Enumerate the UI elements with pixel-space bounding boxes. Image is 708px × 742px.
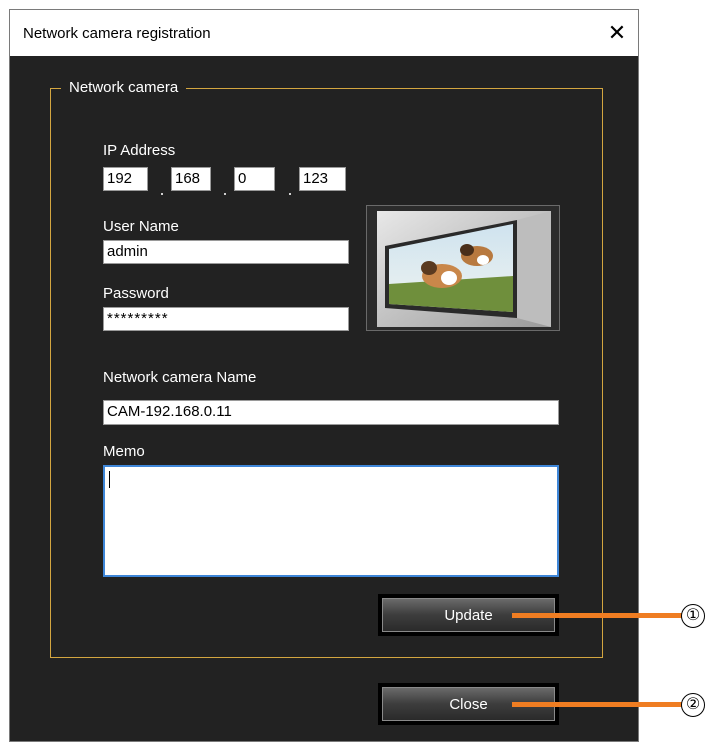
ip-octet-3-input[interactable]: 0 (234, 167, 275, 191)
user-name-label: User Name (103, 218, 179, 235)
callout-1-marker: ① (681, 604, 705, 628)
ip-octet-1-input[interactable]: 192 (103, 167, 148, 191)
camera-name-label: Network camera Name (103, 369, 257, 386)
close-icon[interactable]: ✕ (602, 18, 632, 48)
callout-2-line (512, 702, 682, 707)
text-caret (109, 471, 110, 488)
password-input[interactable]: ********* (103, 307, 349, 331)
preview-graphic (377, 211, 551, 327)
ip-separator-dot (161, 193, 163, 195)
memo-textarea[interactable] (103, 465, 559, 577)
ip-octet-4-input[interactable]: 123 (299, 167, 346, 191)
group-legend: Network camera (61, 79, 187, 96)
user-name-input[interactable]: admin (103, 240, 349, 264)
password-label: Password (103, 285, 169, 302)
camera-preview-image (366, 205, 560, 331)
callout-2-marker: ② (681, 693, 705, 717)
ip-address-label: IP Address (103, 142, 176, 159)
callout-1-line (512, 613, 682, 618)
camera-name-input[interactable]: CAM-192.168.0.11 (103, 400, 559, 425)
memo-label: Memo (103, 443, 145, 460)
title-bar: Network camera registration ✕ (10, 10, 638, 56)
dialog-title: Network camera registration (23, 25, 211, 42)
ip-separator-dot (224, 193, 226, 195)
ip-separator-dot (289, 193, 291, 195)
ip-octet-2-input[interactable]: 168 (171, 167, 211, 191)
